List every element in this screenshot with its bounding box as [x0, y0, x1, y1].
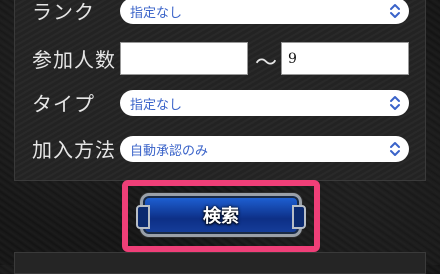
type-select[interactable]: 指定なし — [120, 90, 409, 116]
chevron-up-down-icon — [390, 96, 400, 110]
rank-select[interactable]: 指定なし — [120, 0, 409, 24]
type-label: タイプ — [32, 92, 95, 116]
button-cap-left — [136, 205, 150, 229]
range-separator: 〜 — [255, 51, 278, 76]
type-select-value: 指定なし — [130, 97, 183, 113]
participants-label: 参加人数 — [32, 48, 116, 72]
button-cap-right — [292, 205, 306, 229]
join-method-select[interactable]: 自動承認のみ — [120, 136, 409, 162]
rank-label: ランク — [32, 0, 95, 24]
join-method-select-value: 自動承認のみ — [130, 143, 209, 159]
participants-max-input[interactable]: 9 — [281, 42, 409, 75]
participants-min-input[interactable] — [120, 42, 248, 75]
search-button[interactable]: 検索 — [136, 193, 306, 237]
chevron-up-down-icon — [390, 4, 400, 18]
rank-select-value: 指定なし — [130, 5, 183, 21]
join-method-label: 加入方法 — [32, 138, 116, 162]
results-panel — [14, 252, 426, 274]
search-button-label: 検索 — [203, 206, 239, 227]
chevron-up-down-icon — [390, 142, 400, 156]
